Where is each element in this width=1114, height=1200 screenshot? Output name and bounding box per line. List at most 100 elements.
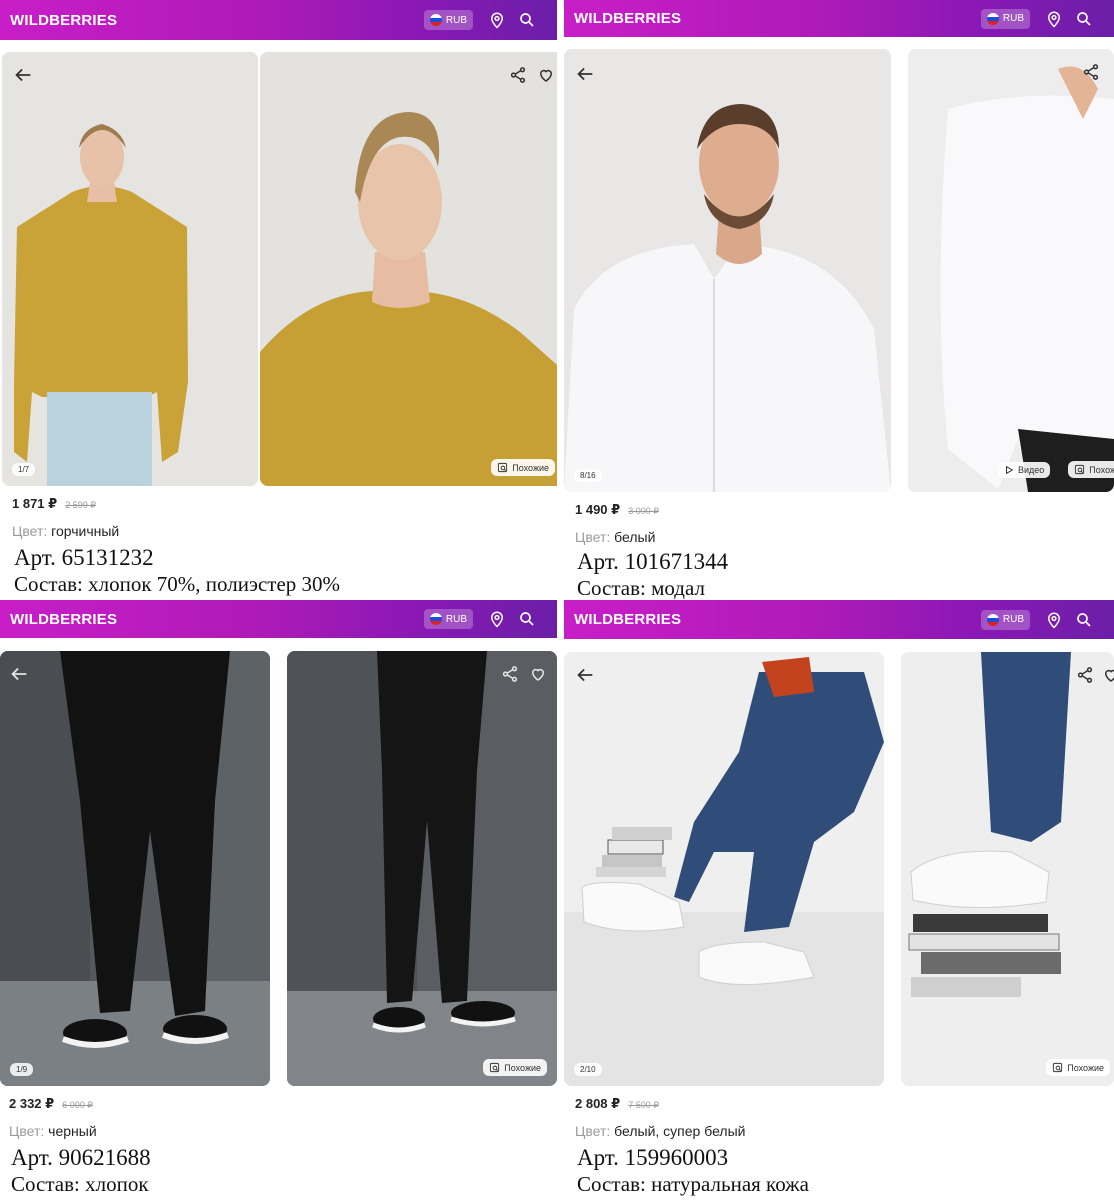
product-panel-sweater: WILDBERRIES RUB 1/7 Похожие 1 871 ₽ 2 59… [0,0,557,600]
currency-label: RUB [445,613,467,625]
heart-icon[interactable] [537,66,555,84]
app-header: WILDBERRIES RUB [564,0,1114,37]
currency-selector[interactable]: RUB [423,10,473,30]
heart-icon[interactable] [529,665,547,683]
share-icon[interactable] [1076,666,1094,684]
shirt-model-illustration [564,49,891,492]
shirt-detail-illustration [908,49,1114,492]
trousers-model-side-illustration [287,651,557,1086]
color-value: белый [614,529,656,545]
product-photo-secondary[interactable]: Видео Похож [908,49,1114,492]
price-row: 2 808 ₽ 7 500 ₽ [575,1096,659,1112]
color-row: Цвет: белый [575,529,655,545]
wildberries-logo[interactable]: WILDBERRIES [10,12,424,29]
current-price: 2 808 ₽ [575,1096,621,1111]
similar-label: Похож [1089,464,1114,475]
photo-counter: 1/7 [12,463,36,476]
photo-counter: 1/9 [10,1063,34,1076]
product-photo-main[interactable]: 1/7 [2,52,258,486]
product-photo-secondary[interactable]: Похожие [901,652,1114,1086]
color-value: белый, супер белый [614,1123,746,1139]
composition: Состав: хлопок 70%, полиэстер 30% [14,572,341,596]
russia-flag-icon [986,613,999,626]
similar-icon [1075,464,1085,475]
old-price: 6 000 ₽ [62,1100,93,1110]
wildberries-logo[interactable]: WILDBERRIES [574,10,981,27]
back-arrow-icon[interactable] [12,64,34,86]
currency-selector[interactable]: RUB [980,609,1030,630]
russia-flag-icon [986,12,999,25]
currency-selector[interactable]: RUB [423,609,473,629]
heart-icon[interactable] [1102,666,1114,684]
current-price: 1 871 ₽ [12,496,58,511]
color-label: Цвет: [12,523,48,539]
location-icon[interactable] [1044,610,1064,630]
video-label: Видео [1018,465,1045,475]
color-row: Цвет: черный [9,1123,97,1139]
color-row: Цвет: белый, супер белый [575,1123,745,1139]
composition: Состав: натуральная кожа [577,1172,809,1196]
price-row: 1 871 ₽ 2 599 ₽ [12,496,96,512]
product-panel-sneakers: WILDBERRIES RUB 2/10 Похожие 2 808 ₽ 7 5… [564,600,1114,1200]
color-label: Цвет: [9,1123,45,1139]
video-button[interactable]: Видео [998,462,1051,478]
composition: Состав: хлопок [11,1172,149,1196]
similar-button[interactable]: Похожие [1046,1059,1110,1076]
price-row: 2 332 ₽ 6 000 ₽ [9,1096,93,1112]
currency-selector[interactable]: RUB [980,8,1030,29]
current-price: 2 332 ₽ [9,1096,55,1111]
similar-icon [498,462,508,473]
similar-button[interactable]: Похож [1068,461,1114,478]
search-icon[interactable] [1074,9,1094,29]
sneakers-books-illustration [901,652,1114,1086]
wildberries-logo[interactable]: WILDBERRIES [10,611,424,628]
currency-label: RUB [445,14,467,26]
share-icon[interactable] [509,66,527,84]
similar-label: Похожие [504,1062,541,1073]
sneakers-model-illustration [564,652,884,1086]
russia-flag-icon [429,14,442,26]
article-number: Арт. 101671344 [577,549,729,574]
app-header: WILDBERRIES RUB [0,600,557,638]
play-icon [1006,465,1014,475]
back-arrow-icon[interactable] [574,63,596,85]
product-photo-main[interactable]: 1/9 [0,651,270,1086]
search-icon[interactable] [1074,610,1094,630]
location-icon[interactable] [487,10,507,30]
search-icon[interactable] [517,609,537,629]
article-number: Арт. 65131232 [14,545,154,570]
color-label: Цвет: [575,1123,611,1139]
photo-counter: 2/10 [574,1063,602,1076]
search-icon[interactable] [517,10,537,30]
russia-flag-icon [429,613,442,625]
similar-button[interactable]: Похожие [483,1059,547,1076]
similar-button[interactable]: Похожие [491,459,555,476]
old-price: 7 500 ₽ [628,1100,659,1110]
currency-label: RUB [1002,614,1024,625]
product-panel-trousers: WILDBERRIES RUB 1/9 Похожие 2 332 ₽ 6 00… [0,600,557,1200]
back-arrow-icon[interactable] [8,663,30,685]
price-row: 1 490 ₽ 3 000 ₽ [575,502,659,518]
color-row: Цвет: горчичный [12,523,119,539]
product-photo-main[interactable]: 8/16 [564,49,891,492]
product-photo-main[interactable]: 2/10 [564,652,884,1086]
trousers-model-illustration [0,651,270,1086]
wildberries-logo[interactable]: WILDBERRIES [574,611,981,628]
similar-icon [1053,1062,1063,1073]
share-icon[interactable] [501,665,519,683]
similar-label: Похожие [512,462,549,473]
article-number: Арт. 159960003 [577,1145,729,1170]
location-icon[interactable] [487,609,507,629]
back-arrow-icon[interactable] [574,664,596,686]
product-panel-shirt: WILDBERRIES RUB 8/16 Видео Похож 1 490 ₽… [564,0,1114,600]
color-label: Цвет: [575,529,611,545]
photo-counter: 8/16 [574,469,602,482]
color-value: горчичный [51,523,120,539]
product-photo-secondary[interactable]: Похожие [260,52,557,486]
location-icon[interactable] [1044,9,1064,29]
share-icon[interactable] [1082,63,1100,81]
similar-label: Похожие [1067,1062,1104,1073]
old-price: 3 000 ₽ [628,506,659,516]
product-photo-secondary[interactable]: Похожие [287,651,557,1086]
sweater-model-full-illustration [2,52,258,486]
